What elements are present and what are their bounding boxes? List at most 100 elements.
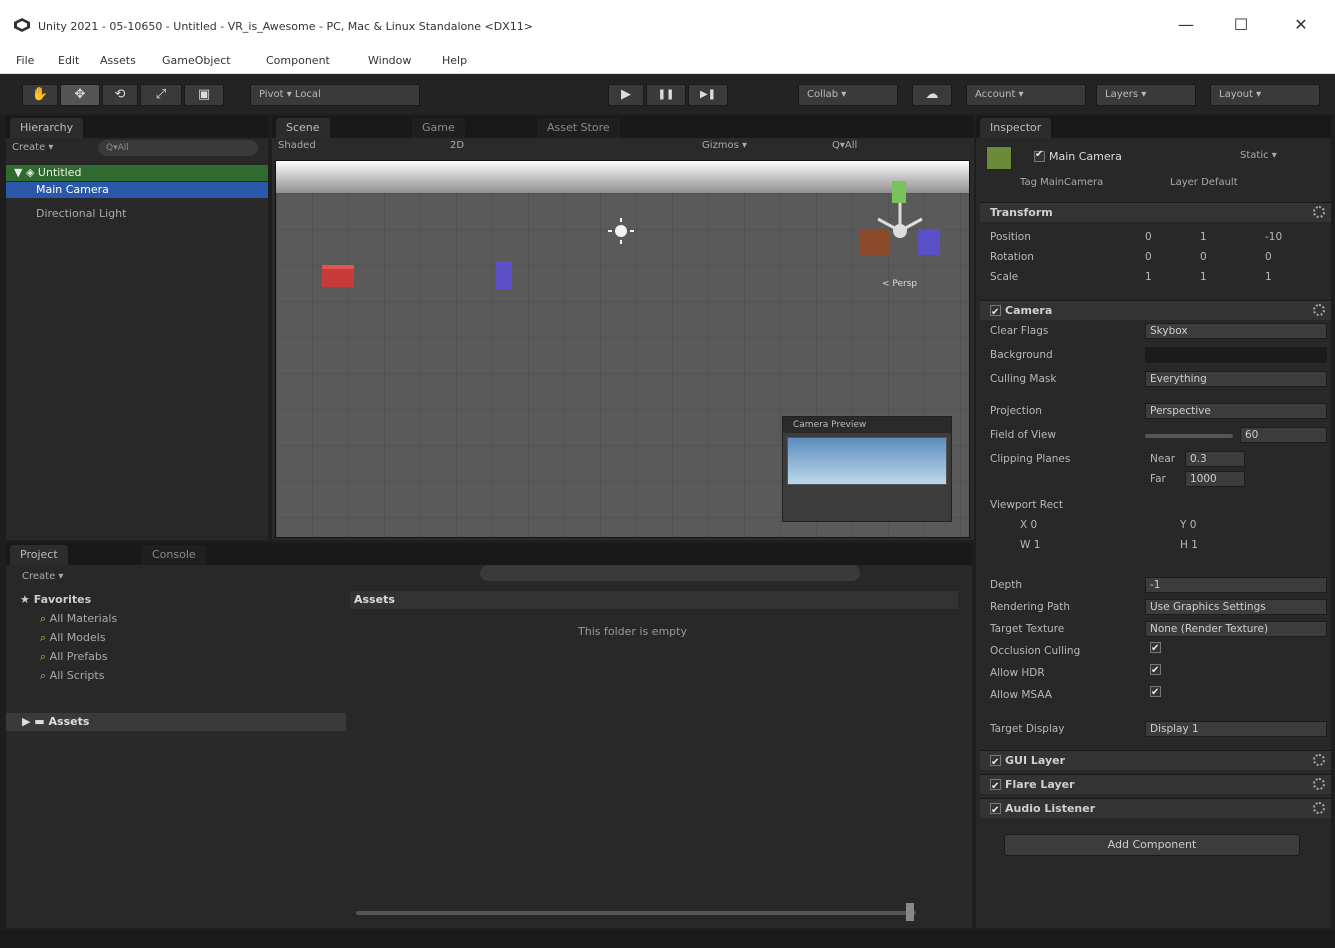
rotate-tool-button[interactable]: ⟲: [102, 84, 138, 106]
scene-viewport[interactable]: < Persp Camera Preview: [275, 160, 970, 538]
favorite-item[interactable]: ⌕ All Materials: [40, 612, 117, 626]
assets-folder-row[interactable]: ▶ ▬ Assets: [6, 713, 346, 731]
rotation-x-field[interactable]: 0: [1145, 248, 1152, 266]
scale-tool-button[interactable]: ⤢: [140, 84, 182, 106]
gameobject-name-field[interactable]: Main Camera: [1049, 150, 1122, 163]
project-create-button[interactable]: Create ▾: [22, 571, 63, 582]
fov-field[interactable]: 60: [1240, 427, 1327, 443]
layer-dropdown[interactable]: Default: [1201, 177, 1238, 188]
rect-tool-button[interactable]: ▣: [184, 84, 224, 106]
scene-search-input[interactable]: Q▾All: [832, 140, 857, 151]
rotation-z-field[interactable]: 0: [1265, 248, 1272, 266]
icon-size-slider[interactable]: [356, 911, 916, 915]
scene-row[interactable]: ▼ ◈ Untitled: [6, 165, 268, 181]
cloud-button[interactable]: ☁: [912, 84, 952, 106]
menu-gameobject[interactable]: GameObject: [162, 54, 231, 67]
gear-icon[interactable]: [1313, 304, 1325, 316]
shading-mode-dropdown[interactable]: Shaded: [278, 140, 316, 151]
layout-dropdown[interactable]: Layout ▾: [1210, 84, 1320, 106]
persp-label[interactable]: < Persp: [882, 279, 917, 289]
rendering-path-dropdown[interactable]: Use Graphics Settings: [1145, 599, 1327, 615]
gear-icon[interactable]: [1313, 754, 1325, 766]
menu-assets[interactable]: Assets: [100, 54, 136, 67]
menu-component[interactable]: Component: [266, 54, 330, 67]
near-field[interactable]: 0.3: [1185, 451, 1245, 467]
viewport-x-field[interactable]: X 0: [1020, 516, 1037, 534]
play-button[interactable]: ▶: [608, 84, 644, 106]
tab-game[interactable]: Game: [412, 118, 465, 138]
pivot-local-toggle[interactable]: Pivot ▾ Local: [250, 84, 420, 106]
tag-dropdown[interactable]: MainCamera: [1040, 177, 1103, 188]
favorite-item[interactable]: ⌕ All Models: [40, 631, 106, 645]
occlusion-checkbox[interactable]: [1150, 640, 1161, 658]
tab-console[interactable]: Console: [142, 545, 206, 565]
menu-file[interactable]: File: [16, 54, 34, 67]
active-checkbox[interactable]: [1034, 149, 1045, 162]
scale-y-field[interactable]: 1: [1200, 268, 1207, 286]
transform-header[interactable]: Transform: [980, 202, 1331, 222]
gear-icon[interactable]: [1313, 802, 1325, 814]
clear-flags-dropdown[interactable]: Skybox: [1145, 323, 1327, 339]
flare-layer-header[interactable]: Flare Layer: [980, 774, 1331, 797]
fov-slider[interactable]: [1145, 434, 1233, 438]
menu-window[interactable]: Window: [368, 54, 411, 67]
step-button[interactable]: ▶❚: [688, 84, 728, 106]
camera-enabled-checkbox[interactable]: [990, 303, 1001, 323]
hierarchy-create-button[interactable]: Create ▾: [12, 142, 53, 153]
menu-edit[interactable]: Edit: [58, 54, 79, 67]
scale-x-field[interactable]: 1: [1145, 268, 1152, 286]
pause-button[interactable]: ❚❚: [646, 84, 686, 106]
menu-help[interactable]: Help: [442, 54, 467, 67]
hand-tool-button[interactable]: ✋: [22, 84, 58, 106]
move-tool-button[interactable]: ✥: [60, 84, 100, 106]
viewport-w-field[interactable]: W 1: [1020, 536, 1040, 554]
account-dropdown[interactable]: Account ▾: [966, 84, 1086, 106]
rotation-y-field[interactable]: 0: [1200, 248, 1207, 266]
collab-dropdown[interactable]: Collab ▾: [798, 84, 898, 106]
gameobject-active-toggle[interactable]: Main Camera: [1034, 149, 1122, 163]
tab-asset-store[interactable]: Asset Store: [537, 118, 620, 138]
layers-dropdown[interactable]: Layers ▾: [1096, 84, 1196, 106]
gui-layer-checkbox[interactable]: [990, 753, 1001, 773]
target-display-dropdown[interactable]: Display 1: [1145, 721, 1327, 737]
minimize-button[interactable]: —: [1175, 14, 1197, 36]
directional-light-icon[interactable]: [606, 216, 636, 246]
blue-cube[interactable]: [496, 261, 512, 289]
icon-size-slider-thumb[interactable]: [906, 903, 914, 921]
far-field[interactable]: 1000: [1185, 471, 1245, 487]
depth-field[interactable]: -1: [1145, 577, 1327, 593]
audio-listener-header[interactable]: Audio Listener: [980, 798, 1331, 821]
tab-inspector[interactable]: Inspector: [980, 118, 1052, 138]
position-x-field[interactable]: 0: [1145, 228, 1152, 246]
position-y-field[interactable]: 1: [1200, 228, 1207, 246]
project-search-input[interactable]: [480, 565, 860, 581]
tab-hierarchy[interactable]: Hierarchy: [10, 118, 84, 138]
static-dropdown[interactable]: Static ▾: [1240, 150, 1277, 161]
projection-dropdown[interactable]: Perspective: [1145, 403, 1327, 419]
breadcrumb[interactable]: Assets: [350, 591, 958, 609]
favorites-header[interactable]: ★ Favorites: [20, 593, 91, 606]
maximize-button[interactable]: ☐: [1230, 14, 1252, 36]
red-cube[interactable]: [322, 265, 354, 287]
camera-header[interactable]: Camera: [980, 300, 1331, 323]
gizmos-dropdown[interactable]: Gizmos ▾: [702, 140, 747, 151]
tab-scene[interactable]: Scene: [276, 118, 330, 138]
gear-icon[interactable]: [1313, 206, 1325, 218]
target-texture-field[interactable]: None (Render Texture): [1145, 621, 1327, 637]
gear-icon[interactable]: [1313, 778, 1325, 790]
scene-orientation-gizmo-icon[interactable]: [850, 171, 960, 261]
tab-project[interactable]: Project: [10, 545, 68, 565]
scale-z-field[interactable]: 1: [1265, 268, 1272, 286]
gui-layer-header[interactable]: GUI Layer: [980, 750, 1331, 773]
hierarchy-item-main-camera[interactable]: Main Camera: [6, 182, 268, 198]
favorite-item[interactable]: ⌕ All Scripts: [40, 669, 104, 683]
viewport-y-field[interactable]: Y 0: [1180, 516, 1196, 534]
close-button[interactable]: ✕: [1290, 14, 1312, 36]
flare-layer-checkbox[interactable]: [990, 777, 1001, 797]
audio-listener-checkbox[interactable]: [990, 801, 1001, 821]
add-component-button[interactable]: Add Component: [1004, 834, 1300, 856]
position-z-field[interactable]: -10: [1265, 228, 1282, 246]
hierarchy-search-input[interactable]: Q▾All: [98, 140, 258, 156]
hdr-checkbox[interactable]: [1150, 662, 1161, 680]
favorite-item[interactable]: ⌕ All Prefabs: [40, 650, 108, 664]
